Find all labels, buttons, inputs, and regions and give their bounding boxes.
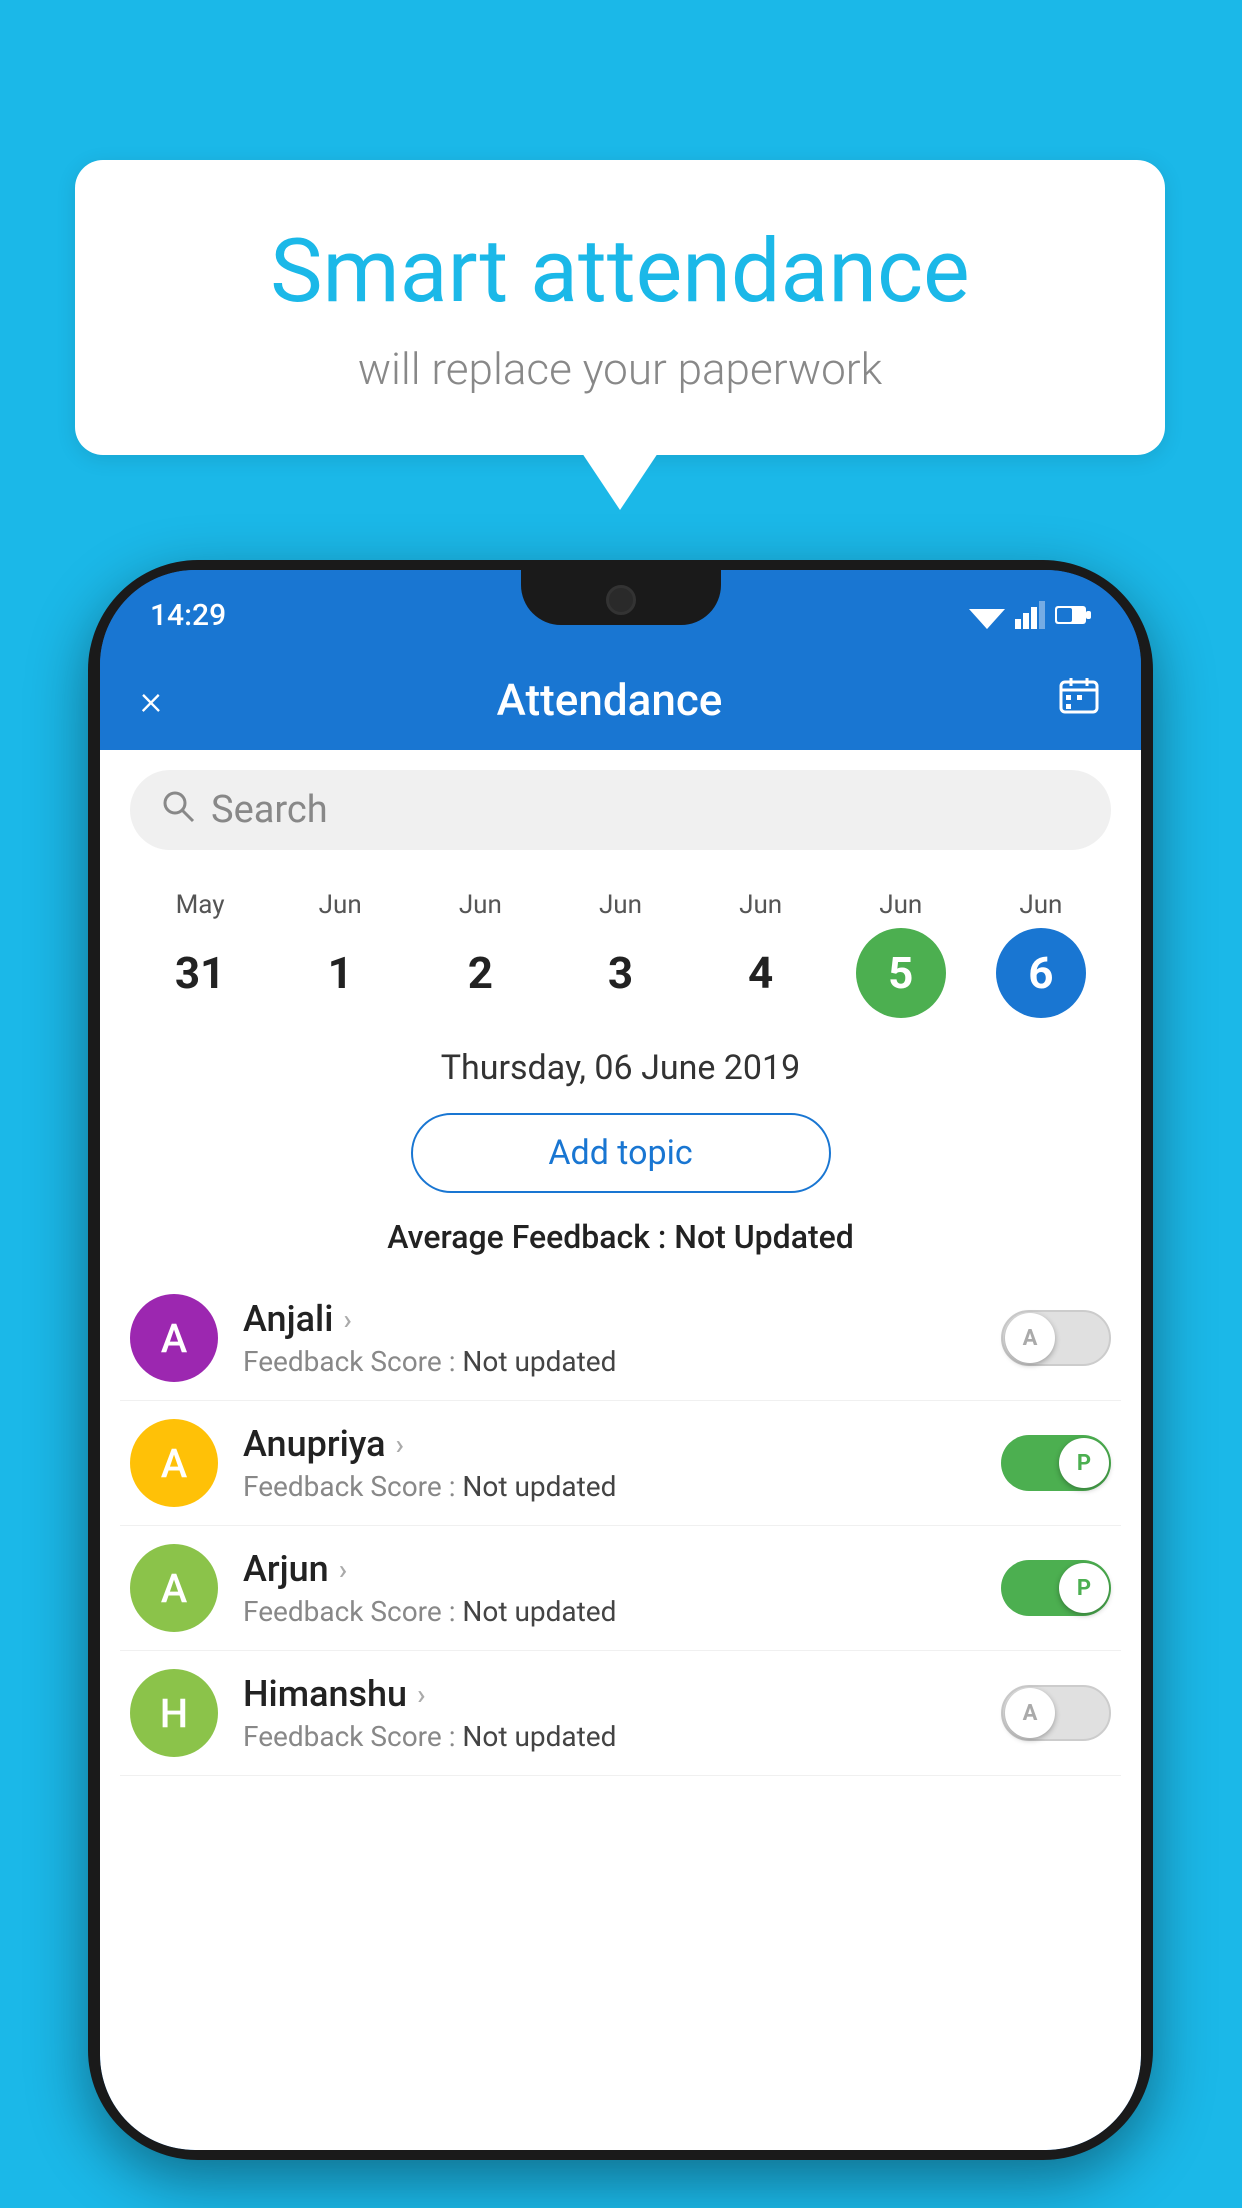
phone-mockup: 14:29 xyxy=(88,560,1153,2160)
wifi-icon xyxy=(969,601,1005,629)
calendar-day[interactable]: Jun 5 xyxy=(856,890,946,1018)
toggle-thumb: P xyxy=(1059,1563,1109,1613)
calendar-strip: May 31 Jun 1 Jun 2 Jun 3 Jun 4 Jun 5 Jun 6 xyxy=(100,870,1141,1038)
student-info: Arjun › Feedback Score : Not updated xyxy=(243,1548,1001,1628)
chevron-right-icon: › xyxy=(339,1553,347,1586)
student-info: Himanshu › Feedback Score : Not updated xyxy=(243,1673,1001,1753)
student-name: Arjun › xyxy=(243,1548,1001,1590)
search-container: Search xyxy=(100,750,1141,870)
student-list: AAnjali ›Feedback Score : Not updatedAAA… xyxy=(100,1276,1141,1776)
student-info: Anjali › Feedback Score : Not updated xyxy=(243,1298,1001,1378)
avatar: A xyxy=(130,1419,218,1507)
avg-feedback-value: Not Updated xyxy=(674,1218,854,1256)
feedback-score: Feedback Score : Not updated xyxy=(243,1470,1001,1503)
toggle-thumb: A xyxy=(1005,1313,1055,1363)
student-info: Anupriya › Feedback Score : Not updated xyxy=(243,1423,1001,1503)
avg-feedback-label: Average Feedback : xyxy=(387,1218,666,1256)
cal-date: 6 xyxy=(996,928,1086,1018)
cal-date: 3 xyxy=(575,928,665,1018)
signal-icon xyxy=(1015,601,1045,629)
speech-bubble-subtitle: will replace your paperwork xyxy=(155,343,1085,395)
cal-date: 5 xyxy=(856,928,946,1018)
search-input-placeholder: Search xyxy=(211,788,328,832)
feedback-value: Not updated xyxy=(462,1345,616,1378)
cal-date: 1 xyxy=(295,928,385,1018)
chevron-right-icon: › xyxy=(343,1303,351,1336)
calendar-day[interactable]: Jun 3 xyxy=(575,890,665,1018)
page-title: Attendance xyxy=(497,674,723,726)
cal-month: Jun xyxy=(599,890,642,920)
toggle-thumb: A xyxy=(1005,1688,1055,1738)
search-svg xyxy=(160,788,196,824)
calendar-icon[interactable] xyxy=(1057,674,1101,727)
calendar-svg xyxy=(1057,674,1101,718)
cal-month: Jun xyxy=(459,890,502,920)
toggle-container[interactable]: A xyxy=(1001,1310,1111,1366)
camera xyxy=(606,585,636,615)
attendance-toggle[interactable]: A xyxy=(1001,1685,1111,1741)
attendance-toggle[interactable]: P xyxy=(1001,1435,1111,1491)
average-feedback: Average Feedback : Not Updated xyxy=(100,1208,1141,1276)
add-topic-button[interactable]: Add topic xyxy=(411,1113,831,1193)
student-item[interactable]: AAnjali ›Feedback Score : Not updatedA xyxy=(120,1276,1121,1401)
calendar-day[interactable]: May 31 xyxy=(155,890,245,1018)
toggle-thumb: P xyxy=(1059,1438,1109,1488)
feedback-value: Not updated xyxy=(462,1720,616,1753)
toggle-container[interactable]: P xyxy=(1001,1435,1111,1491)
student-item[interactable]: A Arjun › Feedback Score : Not updated P xyxy=(120,1526,1121,1651)
calendar-day[interactable]: Jun 1 xyxy=(295,890,385,1018)
speech-bubble-title: Smart attendance xyxy=(155,220,1085,323)
cal-month: Jun xyxy=(739,890,782,920)
inner-screen: 14:29 xyxy=(100,570,1141,2150)
calendar-day[interactable]: Jun 4 xyxy=(716,890,806,1018)
feedback-value: Not updated xyxy=(462,1470,616,1503)
student-name: Himanshu › xyxy=(243,1673,1001,1715)
attendance-toggle[interactable]: A xyxy=(1001,1310,1111,1366)
student-item[interactable]: H Himanshu › Feedback Score : Not updatedA xyxy=(120,1651,1121,1776)
phone-content: Search May 31 Jun 1 Jun 2 Jun 3 Jun 4 Jun 5 Jun 6 Thu… xyxy=(100,750,1141,2150)
search-bar[interactable]: Search xyxy=(130,770,1111,850)
phone-notch xyxy=(521,570,721,625)
selected-date-label: Thursday, 06 June 2019 xyxy=(100,1038,1141,1098)
avatar: A xyxy=(130,1544,218,1632)
feedback-score: Feedback Score : Not updated xyxy=(243,1345,1001,1378)
cal-date: 4 xyxy=(716,928,806,1018)
cal-month: Jun xyxy=(1019,890,1062,920)
avatar: A xyxy=(130,1294,218,1382)
status-icons xyxy=(969,601,1091,629)
feedback-score: Feedback Score : Not updated xyxy=(243,1595,1001,1628)
feedback-value: Not updated xyxy=(462,1595,616,1628)
cal-month: Jun xyxy=(879,890,922,920)
chevron-right-icon: › xyxy=(417,1678,425,1711)
toggle-container[interactable]: P xyxy=(1001,1560,1111,1616)
speech-bubble: Smart attendance will replace your paper… xyxy=(75,160,1165,455)
cal-month: May xyxy=(176,890,225,920)
app-header: × Attendance xyxy=(100,650,1141,750)
attendance-toggle[interactable]: P xyxy=(1001,1560,1111,1616)
search-icon xyxy=(160,788,196,833)
feedback-score: Feedback Score : Not updated xyxy=(243,1720,1001,1753)
cal-month: Jun xyxy=(319,890,362,920)
speech-bubble-container: Smart attendance will replace your paper… xyxy=(75,160,1165,455)
status-time: 14:29 xyxy=(150,598,226,633)
cal-date: 31 xyxy=(155,928,245,1018)
close-button[interactable]: × xyxy=(140,676,162,725)
calendar-day[interactable]: Jun 2 xyxy=(435,890,525,1018)
calendar-day[interactable]: Jun 6 xyxy=(996,890,1086,1018)
battery-icon xyxy=(1055,604,1091,626)
chevron-right-icon: › xyxy=(396,1428,404,1461)
student-item[interactable]: A Anupriya › Feedback Score : Not updated P xyxy=(120,1401,1121,1526)
student-name: Anjali › xyxy=(243,1298,1001,1340)
student-name: Anupriya › xyxy=(243,1423,1001,1465)
toggle-container[interactable]: A xyxy=(1001,1685,1111,1741)
phone-frame: 14:29 xyxy=(88,560,1153,2160)
cal-date: 2 xyxy=(435,928,525,1018)
avatar: H xyxy=(130,1669,218,1757)
